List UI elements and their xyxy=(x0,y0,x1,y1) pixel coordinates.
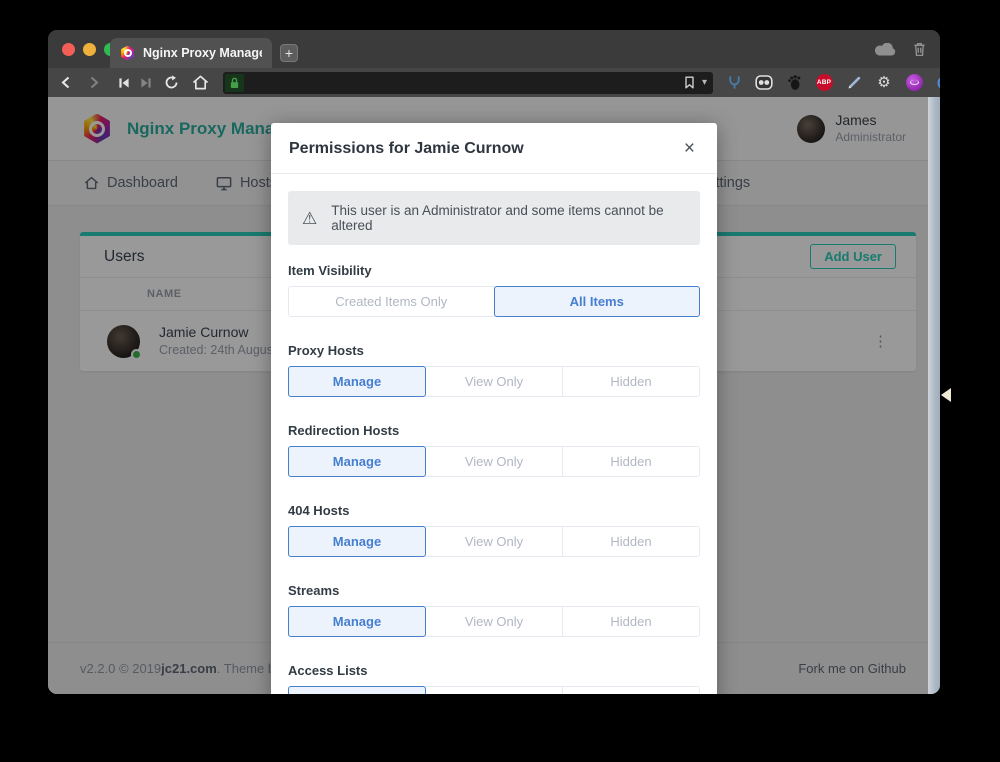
modal-close-icon[interactable]: × xyxy=(682,139,697,158)
fork-extension-icon[interactable] xyxy=(725,74,743,92)
404-hosts-manage-button[interactable]: Manage xyxy=(288,526,426,557)
favicon-icon xyxy=(120,46,135,61)
https-lock-icon[interactable] xyxy=(225,74,244,92)
proxy-hosts-view-only-button[interactable]: View Only xyxy=(425,366,563,397)
home-icon[interactable] xyxy=(192,75,209,90)
url-bar[interactable]: ▾ xyxy=(223,72,713,94)
permissions-modal: Permissions for Jamie Curnow × ⚠ This us… xyxy=(271,123,717,694)
404-hosts-hidden-button[interactable]: Hidden xyxy=(562,526,700,557)
skip-back-icon[interactable] xyxy=(118,77,130,89)
redirection-hosts-manage-button[interactable]: Manage xyxy=(288,446,426,477)
proxy-hosts-manage-button[interactable]: Manage xyxy=(288,366,426,397)
item-visibility-label: Item Visibility xyxy=(288,263,700,278)
pen-extension-icon[interactable] xyxy=(845,74,863,92)
404-hosts-view-only-button[interactable]: View Only xyxy=(425,526,563,557)
containers-extension-icon[interactable] xyxy=(755,74,773,92)
admin-warning-alert: ⚠ This user is an Administrator and some… xyxy=(288,191,700,245)
access-lists-manage-button[interactable]: Manage xyxy=(288,686,426,694)
streams-view-only-button[interactable]: View Only xyxy=(425,606,563,637)
vertical-scrollbar[interactable] xyxy=(928,97,940,694)
access-lists-view-only-button[interactable]: View Only xyxy=(425,686,563,694)
privacy-badger-extension-icon[interactable] xyxy=(905,74,923,92)
cloud-sync-icon[interactable] xyxy=(875,43,897,56)
redirection-hosts-view-only-button[interactable]: View Only xyxy=(425,446,563,477)
adblock-plus-extension-icon[interactable]: ABP xyxy=(815,74,833,92)
browser-tab[interactable]: Nginx Proxy Manager xyxy=(110,38,272,68)
new-tab-button[interactable]: + xyxy=(280,44,298,62)
item-visibility-group: Created Items Only All Items xyxy=(288,286,700,317)
bookmark-caret-icon[interactable]: ▾ xyxy=(702,77,707,88)
reload-icon[interactable] xyxy=(164,75,179,90)
redirection-hosts-hidden-button[interactable]: Hidden xyxy=(562,446,700,477)
skip-forward-icon[interactable] xyxy=(140,77,152,89)
streams-section: Streams Manage View Only Hidden xyxy=(288,583,700,637)
proxy-hosts-section: Proxy Hosts Manage View Only Hidden xyxy=(288,343,700,397)
streams-manage-button[interactable]: Manage xyxy=(288,606,426,637)
back-icon[interactable] xyxy=(58,76,74,89)
alert-text: This user is an Administrator and some i… xyxy=(331,203,686,233)
item-visibility-section: Item Visibility Created Items Only All I… xyxy=(288,263,700,317)
tab-title: Nginx Proxy Manager xyxy=(143,46,262,60)
access-lists-hidden-button[interactable]: Hidden xyxy=(562,686,700,694)
access-lists-section: Access Lists Manage View Only Hidden xyxy=(288,663,700,694)
streams-hidden-button[interactable]: Hidden xyxy=(562,606,700,637)
minimize-window-button[interactable] xyxy=(83,43,96,56)
proxy-hosts-hidden-button[interactable]: Hidden xyxy=(562,366,700,397)
redirection-hosts-section: Redirection Hosts Manage View Only Hidde… xyxy=(288,423,700,477)
edge-arrow-artifact xyxy=(941,388,951,402)
bookmark-icon[interactable] xyxy=(684,76,695,89)
all-items-button[interactable]: All Items xyxy=(494,286,701,317)
gear-extension-icon[interactable]: ⚙ xyxy=(875,74,893,92)
trash-icon[interactable] xyxy=(913,41,926,57)
close-window-button[interactable] xyxy=(62,43,75,56)
window-controls xyxy=(62,43,117,56)
gnome-foot-extension-icon[interactable] xyxy=(785,74,803,92)
warning-triangle-icon: ⚠ xyxy=(302,210,317,227)
forward-icon[interactable] xyxy=(86,76,102,89)
404-hosts-section: 404 Hosts Manage View Only Hidden xyxy=(288,503,700,557)
browser-window: Nginx Proxy Manager + xyxy=(48,30,940,694)
page-viewport: Nginx Proxy Manager James Administrator … xyxy=(48,97,940,694)
modal-title: Permissions for Jamie Curnow xyxy=(289,140,524,158)
browser-toolbar: ▾ ABP ⚙ xyxy=(48,68,940,97)
power-proxy-extension-icon[interactable] xyxy=(935,74,940,92)
browser-titlebar: Nginx Proxy Manager + xyxy=(48,30,940,68)
created-items-only-button[interactable]: Created Items Only xyxy=(288,286,495,317)
